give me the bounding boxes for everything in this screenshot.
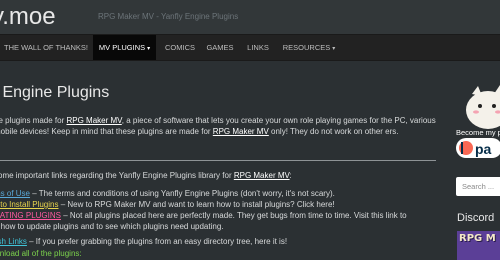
intro-text: ne plugins made for — [0, 116, 67, 125]
badge-text: Become my pat — [456, 128, 500, 137]
list-item-continued: n how to update plugins and to see which… — [0, 222, 224, 231]
nav-wall-of-thanks[interactable]: THE WALL OF THANKS! — [0, 35, 92, 60]
chevron-down-icon: ▾ — [332, 46, 336, 52]
list-item: DATING PLUGINS – Not all plugins placed … — [0, 211, 407, 220]
nav-games[interactable]: GAMES — [201, 35, 239, 60]
rpg-maker-mv-link[interactable]: RPG Maker MV — [67, 116, 122, 125]
download-all-link[interactable]: wnload all of the plugins: — [0, 249, 82, 258]
links-intro-end: : — [289, 171, 292, 180]
install-plugins-link[interactable]: y to Install Plugins — [0, 200, 58, 209]
nav-label: THE WALL OF THANKS! — [4, 43, 88, 52]
rpg-maker-mv-link[interactable]: RPG Maker MV — [234, 171, 290, 180]
discord-banner-text: RPG M — [459, 233, 496, 244]
nav-label: RESOURCES — [282, 43, 331, 52]
list-item-desc: n how to update plugins and to see which… — [0, 222, 224, 231]
updating-plugins-link[interactable]: DATING PLUGINS — [0, 211, 61, 220]
discord-heading: Discord — [457, 212, 495, 224]
page-title: v Engine Plugins — [0, 84, 110, 101]
nav-label: LINKS — [247, 43, 269, 52]
site-title[interactable]: y.moe — [0, 3, 56, 31]
terms-of-use-link[interactable]: ms of Use — [0, 189, 30, 198]
patreon-badge[interactable]: Become my pat pa — [456, 84, 500, 162]
nav-resources[interactable]: RESOURCES ▾ — [277, 35, 341, 60]
search-input[interactable]: Search ... — [456, 177, 500, 196]
main-navbar: THE WALL OF THANKS! MV PLUGINS ▾ COMICS G… — [0, 34, 500, 61]
site-description: RPG Maker MV - Yanfly Engine Plugins — [98, 12, 239, 21]
chevron-down-icon: ▾ — [147, 46, 151, 52]
list-item-desc: – Not all plugins placed here are perfec… — [60, 211, 407, 220]
search-placeholder: Search ... — [462, 182, 495, 191]
english-links-link[interactable]: lish Links — [0, 237, 27, 246]
rpg-maker-mv-link[interactable]: RPG Maker MV — [213, 127, 269, 136]
nav-links[interactable]: LINKS — [240, 35, 276, 60]
links-intro: some important links regarding the Yanfl… — [0, 171, 292, 180]
links-intro-text: some important links regarding the Yanfl… — [0, 171, 234, 180]
list-item-desc: – New to RPG Maker MV and want to learn … — [58, 200, 335, 209]
patreon-wordmark: pa — [475, 141, 492, 157]
patreon-logo-bar — [461, 142, 463, 154]
list-item: y to Install Plugins – New to RPG Maker … — [0, 200, 335, 209]
mascot-blush — [473, 110, 479, 114]
nav-label: COMICS — [165, 43, 195, 52]
mascot-ear — [472, 86, 482, 96]
list-item: ms of Use – The terms and conditions of … — [0, 189, 335, 198]
nav-label: MV PLUGINS — [98, 43, 146, 52]
intro-paragraph: ne plugins made for RPG Maker MV, a piec… — [0, 116, 436, 137]
list-item: wnload all of the plugins: — [0, 249, 82, 258]
divider — [0, 160, 436, 161]
list-item-desc: – If you prefer grabbing the plugins fro… — [26, 237, 288, 246]
nav-label: GAMES — [206, 43, 234, 52]
nav-comics[interactable]: COMICS — [160, 35, 200, 60]
discord-banner[interactable]: RPG M — [457, 231, 500, 260]
list-item: lish Links – If you prefer grabbing the … — [0, 237, 287, 246]
list-item-desc: – The terms and conditions of using Yanf… — [30, 189, 335, 198]
mascot-body — [466, 91, 500, 129]
intro-text: only! They do not work on other ers. — [268, 126, 399, 136]
mascot-eye — [492, 104, 496, 108]
mascot-eye — [478, 104, 482, 108]
nav-mv-plugins[interactable]: MV PLUGINS ▾ — [93, 35, 156, 60]
site-header: y.moe RPG Maker MV - Yanfly Engine Plugi… — [0, 0, 500, 34]
